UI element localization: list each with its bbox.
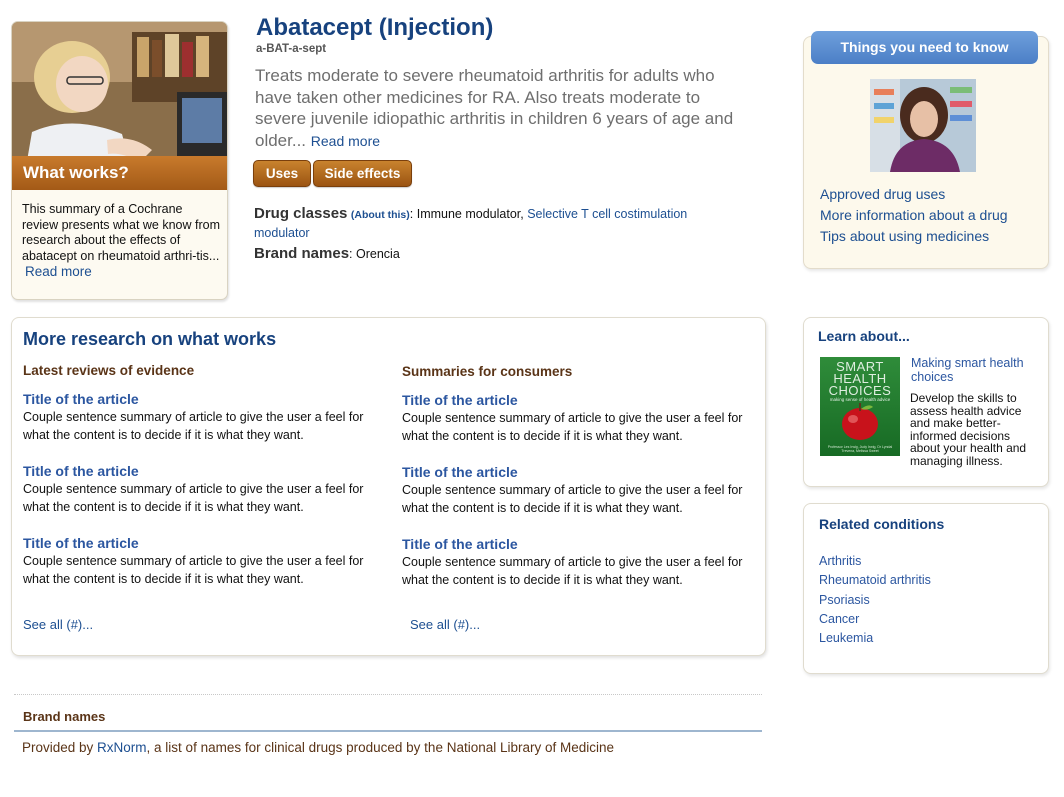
what-works-title: What works? bbox=[12, 156, 227, 190]
article-title-link[interactable]: Title of the article bbox=[402, 391, 752, 409]
book-cover-image[interactable]: SMART HEALTH CHOICES making sense of hea… bbox=[820, 357, 900, 456]
footer-suffix: , a list of names for clinical drugs pro… bbox=[146, 740, 615, 755]
drug-title: Abatacept (Injection) bbox=[256, 14, 494, 41]
article-title-link[interactable]: Title of the article bbox=[23, 462, 373, 480]
what-works-card: What works? This summary of a Cochrane r… bbox=[11, 21, 228, 300]
related-conditions-header: Related conditions bbox=[819, 516, 945, 532]
research-panel: More research on what works Latest revie… bbox=[11, 317, 766, 656]
article-item: Title of the article Couple sentence sum… bbox=[402, 463, 752, 517]
article-title-link[interactable]: Title of the article bbox=[23, 390, 373, 408]
about-this-link[interactable]: (About this) bbox=[351, 209, 410, 221]
article-title-link[interactable]: Title of the article bbox=[23, 534, 373, 552]
article-summary: Couple sentence summary of article to gi… bbox=[23, 554, 364, 586]
related-conditions-panel: Related conditions Arthritis Rheumatoid … bbox=[803, 503, 1049, 674]
drug-description: Treats moderate to severe rheumatoid art… bbox=[255, 65, 755, 152]
footer-prefix: Provided by bbox=[22, 740, 98, 755]
article-summary: Couple sentence summary of article to gi… bbox=[23, 482, 364, 514]
see-all-reviews-link[interactable]: See all (#)... bbox=[23, 617, 93, 632]
research-title: More research on what works bbox=[23, 329, 277, 349]
what-works-summary-text: This summary of a Cochrane review presen… bbox=[22, 202, 220, 263]
tips-medicines-link[interactable]: Tips about using medicines bbox=[820, 226, 1008, 247]
rxnorm-link[interactable]: RxNorm bbox=[97, 740, 147, 755]
footer-heading: Brand names bbox=[23, 709, 106, 724]
article-summary: Couple sentence summary of article to gi… bbox=[402, 411, 743, 443]
article-item: Title of the article Couple sentence sum… bbox=[402, 535, 752, 589]
pharmacy-photo bbox=[870, 79, 976, 172]
uses-button[interactable]: Uses bbox=[253, 160, 311, 187]
article-item: Title of the article Couple sentence sum… bbox=[402, 391, 752, 445]
condition-cancer-link[interactable]: Cancer bbox=[819, 610, 931, 629]
book-title-line: CHOICES bbox=[828, 383, 892, 398]
condition-arthritis-link[interactable]: Arthritis bbox=[819, 552, 931, 571]
drug-class-immune-modulator: Immune modulator bbox=[416, 207, 521, 221]
footer-text: Provided by RxNorm, a list of names for … bbox=[22, 740, 614, 755]
drug-read-more-link[interactable]: Read more bbox=[311, 133, 380, 149]
learn-about-panel: Learn about... SMART HEALTH CHOICES maki… bbox=[803, 317, 1049, 487]
condition-leukemia-link[interactable]: Leukemia bbox=[819, 629, 931, 648]
condition-psoriasis-link[interactable]: Psoriasis bbox=[819, 591, 931, 610]
side-effects-button[interactable]: Side effects bbox=[313, 160, 412, 187]
article-summary: Couple sentence summary of article to gi… bbox=[402, 483, 743, 515]
article-title-link[interactable]: Title of the article bbox=[402, 463, 752, 481]
apple-icon bbox=[842, 403, 878, 440]
related-conditions-list: Arthritis Rheumatoid arthritis Psoriasis… bbox=[819, 552, 931, 648]
brand-names-label: Brand names bbox=[254, 245, 350, 262]
approved-drug-uses-link[interactable]: Approved drug uses bbox=[820, 184, 1008, 205]
book-authors: Professor Les Irwig, Judy Irwig, Dr Lynd… bbox=[827, 445, 893, 453]
what-works-read-more-link[interactable]: Read more bbox=[25, 264, 92, 279]
article-item: Title of the article Couple sentence sum… bbox=[23, 462, 373, 516]
brand-names-row: Brand names: Orencia bbox=[254, 245, 400, 262]
footer-divider bbox=[14, 730, 762, 732]
article-item: Title of the article Couple sentence sum… bbox=[23, 390, 373, 444]
article-item: Title of the article Couple sentence sum… bbox=[23, 534, 373, 588]
more-info-drug-link[interactable]: More information about a drug bbox=[820, 205, 1008, 226]
things-links: Approved drug uses More information abou… bbox=[820, 184, 1008, 247]
article-title-link[interactable]: Title of the article bbox=[402, 535, 752, 553]
latest-reviews-heading: Latest reviews of evidence bbox=[23, 363, 195, 378]
see-all-summaries-link[interactable]: See all (#)... bbox=[410, 617, 480, 632]
what-works-summary: This summary of a Cochrane review presen… bbox=[22, 202, 222, 281]
footer-separator bbox=[14, 694, 762, 695]
drug-pronunciation: a-BAT-a-sept bbox=[256, 43, 327, 55]
drug-classes-row: Drug classes (About this): Immune modula… bbox=[254, 205, 688, 240]
drug-classes-label: Drug classes bbox=[254, 205, 348, 222]
summaries-consumers-heading: Summaries for consumers bbox=[402, 364, 573, 379]
learn-description: Develop the skills to assess health advi… bbox=[910, 391, 1027, 468]
condition-rheumatoid-arthritis-link[interactable]: Rheumatoid arthritis bbox=[819, 571, 931, 590]
article-summary: Couple sentence summary of article to gi… bbox=[23, 410, 364, 442]
brand-names-value: Orencia bbox=[356, 247, 400, 261]
learn-about-header: Learn about... bbox=[818, 328, 910, 344]
smart-health-choices-link[interactable]: Making smart health choices bbox=[911, 356, 1036, 384]
things-header: Things you need to know bbox=[811, 31, 1038, 64]
article-summary: Couple sentence summary of article to gi… bbox=[402, 555, 743, 587]
